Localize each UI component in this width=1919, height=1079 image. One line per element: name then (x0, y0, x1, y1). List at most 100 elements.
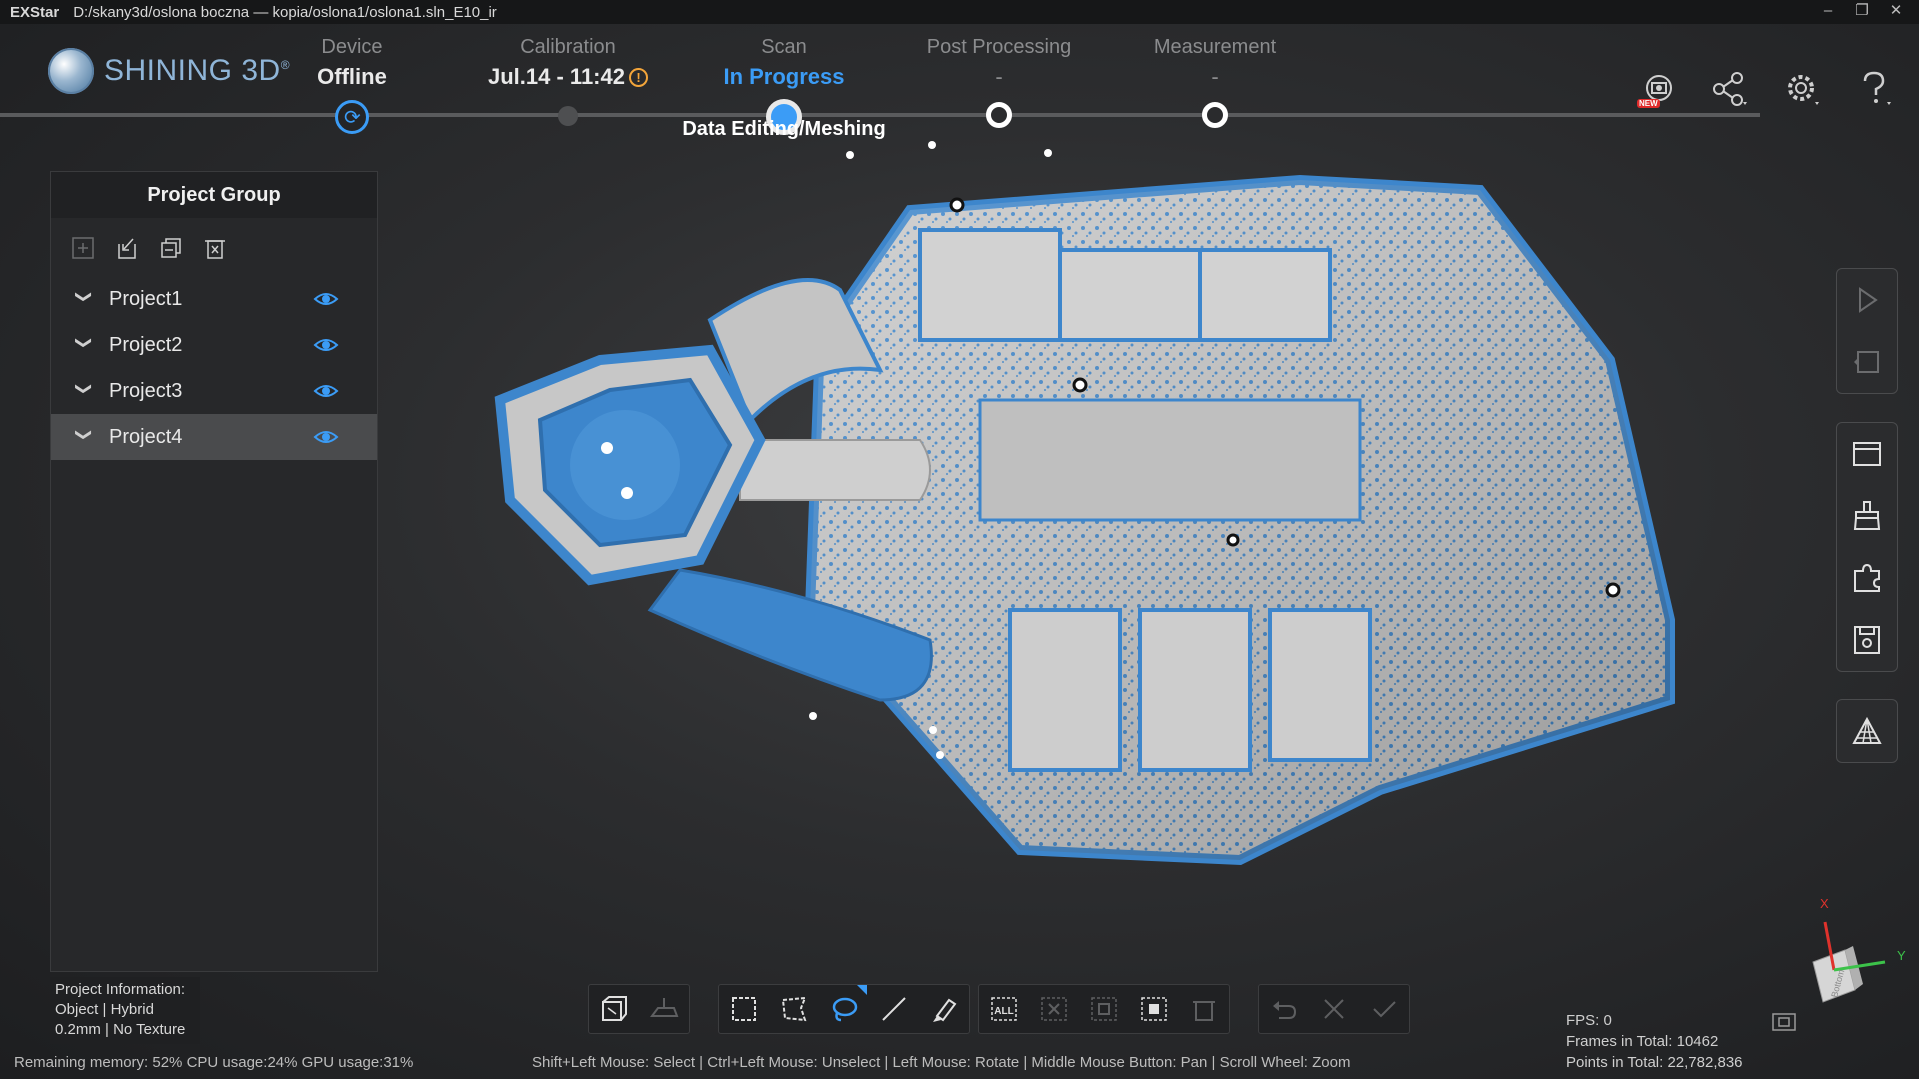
post-processing-node[interactable] (986, 102, 1012, 128)
chevron-down-icon[interactable]: ❯ (74, 290, 94, 308)
view-tools (588, 984, 690, 1034)
step-measurement-label: Measurement (1153, 36, 1277, 58)
cancel-icon[interactable] (1309, 985, 1359, 1033)
visibility-eye-icon[interactable] (313, 289, 339, 309)
collapse-panel-icon[interactable] (1837, 331, 1897, 393)
share-icon[interactable] (1709, 68, 1751, 110)
project-row-selected[interactable]: ❯ Project4 (51, 414, 377, 460)
step-scan[interactable]: Scan In Progress (664, 36, 904, 90)
project-name: Project2 (109, 333, 183, 356)
measurement-node[interactable] (1202, 102, 1228, 128)
scanned-model (494, 141, 1675, 866)
fit-view-icon[interactable] (1772, 1012, 1796, 1032)
project-name: Project3 (109, 379, 183, 402)
selection-tools (718, 984, 970, 1034)
copy-icon[interactable] (159, 236, 183, 260)
step-calibration[interactable]: Calibration Jul.14 - 11:42! (448, 36, 688, 90)
import-icon[interactable] (115, 236, 139, 260)
calibration-node[interactable] (558, 106, 578, 126)
resource-usage: Remaining memory: 52% CPU usage:24% GPU … (14, 1054, 414, 1071)
panel-toolbar (51, 218, 377, 276)
line-select-icon[interactable] (869, 985, 919, 1033)
mesh-icon[interactable] (1837, 700, 1897, 762)
help-icon[interactable] (1853, 68, 1895, 110)
project-info-resolution: 0.2mm | No Texture (55, 1021, 186, 1038)
invert-select-icon[interactable] (1079, 985, 1129, 1033)
new-badge: NEW (1637, 99, 1660, 108)
plane-icon[interactable] (639, 985, 689, 1033)
panel-title: Project Group (51, 172, 377, 218)
deselect-icon[interactable] (1029, 985, 1079, 1033)
app-name: EXStar (10, 3, 60, 21)
undo-icon[interactable] (1259, 985, 1309, 1033)
minimize-button[interactable]: – (1811, 0, 1845, 24)
connected-select-icon[interactable] (1129, 985, 1179, 1033)
axis-y-label: Y (1897, 948, 1906, 963)
fps-readout: FPS: 0 (1566, 1012, 1612, 1029)
polygon-select-icon[interactable] (769, 985, 819, 1033)
right-toolbar-mesh (1836, 699, 1898, 763)
chevron-down-icon[interactable]: ❯ (74, 428, 94, 446)
brush-select-icon[interactable] (919, 985, 969, 1033)
step-post-processing-value: - (995, 64, 1003, 89)
scan-substatus: Data Editing/Meshing (682, 118, 886, 140)
title-bar: EXStar D:/skany3d/oslona boczna — kopia/… (0, 0, 1919, 24)
puzzle-icon[interactable] (1837, 547, 1897, 609)
rect-select-icon[interactable] (719, 985, 769, 1033)
step-measurement[interactable]: Measurement - (1095, 36, 1335, 90)
step-measurement-value: - (1211, 64, 1219, 89)
project-group-panel: Project Group ❯ Project1 ❯ Project2 ❯ Pr… (50, 171, 378, 972)
delete-icon[interactable] (203, 236, 227, 260)
step-scan-value: In Progress (723, 64, 845, 89)
step-calibration-label: Calibration (520, 36, 616, 58)
clean-brush-icon[interactable] (1837, 485, 1897, 547)
view-cube-icon[interactable] (589, 985, 639, 1033)
add-icon[interactable] (71, 236, 95, 260)
settings-icon[interactable] (1781, 68, 1823, 110)
device-sync-icon[interactable] (335, 100, 369, 134)
project-row[interactable]: ❯ Project1 (51, 276, 377, 322)
step-device[interactable]: Device Offline (232, 36, 472, 90)
window-controls: – ❐ ✕ (1811, 0, 1913, 24)
axis-x-label: X (1820, 896, 1829, 911)
play-icon[interactable] (1837, 269, 1897, 331)
restore-button[interactable]: ❐ (1845, 0, 1879, 24)
project-name: Project4 (109, 425, 183, 448)
3d-viewport[interactable] (380, 140, 1840, 1040)
step-calibration-value: Jul.14 - 11:42 (488, 64, 625, 89)
lasso-select-icon[interactable] (819, 985, 869, 1033)
right-toolbar-top (1836, 268, 1898, 394)
confirm-icon[interactable] (1359, 985, 1409, 1033)
header: SHINING 3D® Device Offline Calibration J… (0, 24, 1919, 135)
delete-selection-icon[interactable] (1179, 985, 1229, 1033)
visibility-eye-icon[interactable] (313, 381, 339, 401)
visibility-eye-icon[interactable] (313, 427, 339, 447)
window-icon[interactable] (1837, 423, 1897, 485)
workflow-rail (0, 113, 1760, 117)
step-device-value: Offline (317, 64, 387, 89)
project-info-heading: Project Information: (55, 981, 186, 998)
save-icon[interactable] (1837, 609, 1897, 671)
chevron-down-icon[interactable]: ❯ (74, 382, 94, 400)
frames-total: Frames in Total: 10462 (1566, 1033, 1719, 1050)
select-all-icon[interactable]: ALL (979, 985, 1029, 1033)
chevron-down-icon[interactable]: ❯ (74, 336, 94, 354)
axis-gizmo[interactable]: X Y Bottom (1805, 890, 1915, 1010)
file-path: D:/skany3d/oslona boczna — kopia/oslona1… (73, 3, 497, 21)
step-device-label: Device (321, 36, 383, 58)
step-post-processing[interactable]: Post Processing - (879, 36, 1119, 90)
project-info-type: Object | Hybrid (55, 1001, 154, 1018)
project-row[interactable]: ❯ Project2 (51, 322, 377, 368)
project-name: Project1 (109, 287, 183, 310)
status-bar: Remaining memory: 52% CPU usage:24% GPU … (0, 1052, 1919, 1079)
close-button[interactable]: ✕ (1879, 0, 1913, 24)
right-toolbar-main (1836, 422, 1898, 672)
project-row[interactable]: ❯ Project3 (51, 368, 377, 414)
selection-actions: ALL (978, 984, 1230, 1034)
header-icons: NEW (1637, 68, 1895, 110)
warning-icon[interactable]: ! (628, 68, 648, 87)
scanner-new-icon[interactable]: NEW (1637, 68, 1679, 110)
select-all-label: ALL (994, 1006, 1013, 1017)
mouse-hints: Shift+Left Mouse: Select | Ctrl+Left Mou… (532, 1054, 1351, 1071)
visibility-eye-icon[interactable] (313, 335, 339, 355)
